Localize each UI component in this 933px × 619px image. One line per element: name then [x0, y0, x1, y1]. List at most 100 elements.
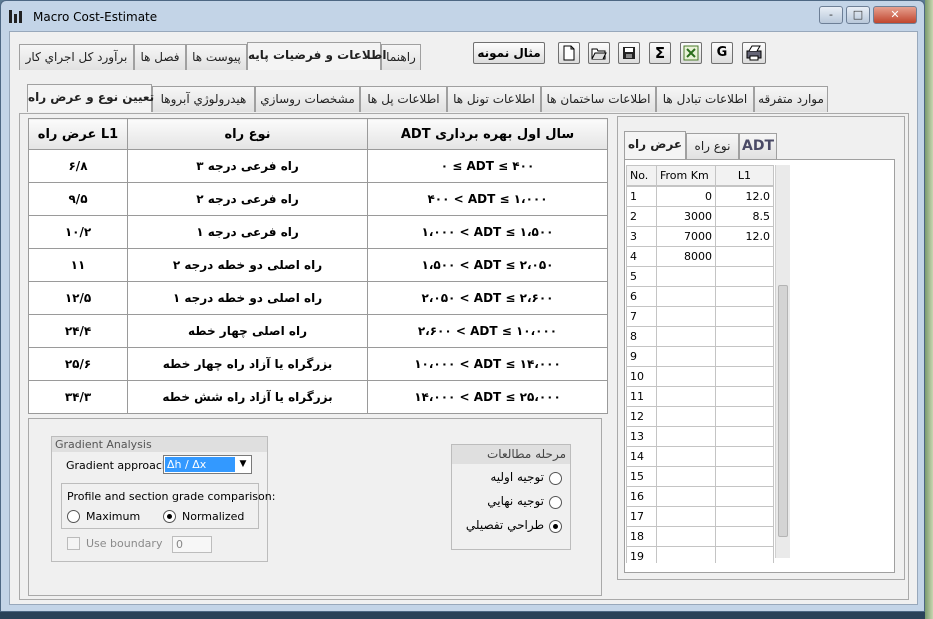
tab-pavement[interactable]: مشخصات روسازي	[255, 86, 360, 112]
grid-row: 7	[626, 306, 774, 327]
radio-phase-initial[interactable]	[549, 472, 562, 485]
cell-no[interactable]: 2	[626, 206, 657, 227]
cell-no[interactable]: 13	[626, 426, 657, 447]
boundary-input[interactable]: 0	[172, 536, 212, 553]
tab-road-width[interactable]: عرض راه	[624, 131, 686, 159]
tab-road-type[interactable]: نوع راه	[686, 133, 739, 159]
cell-from-km[interactable]	[656, 466, 716, 487]
maximize-button[interactable]: □	[846, 6, 870, 24]
cell-from-km[interactable]: 0	[656, 186, 716, 207]
cell-from-km[interactable]: 3000	[656, 206, 716, 227]
print-icon[interactable]	[742, 42, 766, 64]
cell-from-km[interactable]	[656, 266, 716, 287]
excel-icon[interactable]	[680, 42, 702, 64]
cell-no[interactable]: 17	[626, 506, 657, 527]
open-folder-icon[interactable]	[588, 42, 610, 64]
cell-from-km[interactable]	[656, 426, 716, 447]
cell-no[interactable]: 6	[626, 286, 657, 307]
cell-l1[interactable]	[715, 286, 774, 307]
tab-interchanges[interactable]: اطلاعات تبادل ها	[656, 86, 754, 112]
cell-no[interactable]: 9	[626, 346, 657, 367]
cell-no[interactable]: 4	[626, 246, 657, 267]
save-icon[interactable]	[618, 42, 640, 64]
cell-from-km[interactable]	[656, 326, 716, 347]
cell-from-km[interactable]	[656, 546, 716, 563]
cell-l1[interactable]	[715, 486, 774, 507]
cell-no[interactable]: 8	[626, 326, 657, 347]
cell-l1[interactable]	[715, 386, 774, 407]
cell-l1[interactable]	[715, 446, 774, 467]
tab-total-estimate[interactable]: برآورد کل اجراي کار	[19, 44, 134, 70]
cell-l1[interactable]: 12.0	[715, 186, 774, 207]
cell-l1[interactable]	[715, 426, 774, 447]
tab-tunnels[interactable]: اطلاعات تونل ها	[447, 86, 541, 112]
cell-from-km[interactable]: 7000	[656, 226, 716, 247]
title-bar[interactable]: Macro Cost-Estimate - □ ✕	[1, 1, 924, 31]
cell-l1[interactable]	[715, 266, 774, 287]
tab-road-type-width[interactable]: تعيين نوع و عرض راه	[27, 84, 154, 112]
cell-no[interactable]: 3	[626, 226, 657, 247]
width-grid[interactable]: No. From Km L1 1 0 12.0 2 3000 8.5 3 7000 12.0 4 8…	[626, 165, 790, 563]
cell-from-km[interactable]: 8000	[656, 246, 716, 267]
cell-l1[interactable]: 8.5	[715, 206, 774, 227]
cell-from-km[interactable]	[656, 506, 716, 527]
cell-no[interactable]: 5	[626, 266, 657, 287]
cell-no[interactable]: 11	[626, 386, 657, 407]
cell-l1[interactable]	[715, 406, 774, 427]
cell-no[interactable]: 19	[626, 546, 657, 563]
cell-from-km[interactable]	[656, 286, 716, 307]
new-file-icon[interactable]	[558, 42, 580, 64]
radio-phase-detailed[interactable]	[549, 520, 562, 533]
tab-misc[interactable]: موارد متفرقه	[754, 86, 828, 112]
tab-buildings[interactable]: اطلاعات ساختمان ها	[541, 86, 656, 112]
cell-from-km[interactable]	[656, 486, 716, 507]
radio-phase-final[interactable]	[549, 496, 562, 509]
sigma-icon[interactable]: Σ	[649, 42, 671, 64]
cell-no[interactable]: 7	[626, 306, 657, 327]
cell-no[interactable]: 15	[626, 466, 657, 487]
minimize-button[interactable]: -	[819, 6, 843, 24]
grade-comparison-box: Profile and section grade comparison: Ma…	[61, 483, 275, 529]
grid-scrollbar[interactable]	[775, 165, 790, 558]
cell-no[interactable]: 16	[626, 486, 657, 507]
cell-l1[interactable]	[715, 326, 774, 347]
cell-from-km[interactable]	[656, 406, 716, 427]
cell-l1[interactable]	[715, 466, 774, 487]
g-icon[interactable]: G	[711, 42, 733, 64]
cell-l1[interactable]	[715, 366, 774, 387]
use-boundary-checkbox[interactable]	[67, 537, 80, 550]
tab-adt[interactable]: ADT	[739, 133, 777, 159]
cell-no[interactable]: 14	[626, 446, 657, 467]
phase-final-label: توجيه نهايي	[487, 494, 544, 508]
cell-l1[interactable]	[715, 346, 774, 367]
tab-help[interactable]: راهنما	[381, 44, 421, 70]
radio-normalized[interactable]	[163, 510, 176, 523]
tab-bridges[interactable]: اطلاعات پل ها	[360, 86, 447, 112]
cell-from-km[interactable]	[656, 526, 716, 547]
cell-l1[interactable]	[715, 306, 774, 327]
cell-from-km[interactable]	[656, 386, 716, 407]
tab-base-info[interactable]: اطلاعات و فرضيات پايه	[247, 42, 386, 70]
cell-from-km[interactable]	[656, 306, 716, 327]
tab-appendices[interactable]: پيوست ها	[186, 44, 247, 70]
cell-from-km[interactable]	[656, 346, 716, 367]
example-button[interactable]: مثال نمونه	[473, 42, 545, 64]
close-button[interactable]: ✕	[873, 6, 917, 24]
tab-chapters[interactable]: فصل ها	[134, 44, 186, 70]
cell-no[interactable]: 18	[626, 526, 657, 547]
cell-l1[interactable]	[715, 506, 774, 527]
cell-l1[interactable]	[715, 526, 774, 547]
cell-no[interactable]: 1	[626, 186, 657, 207]
cell-from-km[interactable]	[656, 446, 716, 467]
cell-from-km[interactable]	[656, 366, 716, 387]
cell-no[interactable]: 12	[626, 406, 657, 427]
cell-l1[interactable]	[715, 246, 774, 267]
cell-l1[interactable]	[715, 546, 774, 563]
grid-scrollbar-thumb[interactable]	[778, 285, 788, 537]
radio-maximum[interactable]	[67, 510, 80, 523]
cell-type: راه فرعی درجه ۲	[127, 182, 368, 216]
cell-no[interactable]: 10	[626, 366, 657, 387]
cell-l1[interactable]: 12.0	[715, 226, 774, 247]
gradient-approach-select[interactable]: Δh / Δx ▼	[163, 455, 252, 474]
tab-hydrology[interactable]: هيدرولوژي آبروها	[152, 86, 255, 112]
